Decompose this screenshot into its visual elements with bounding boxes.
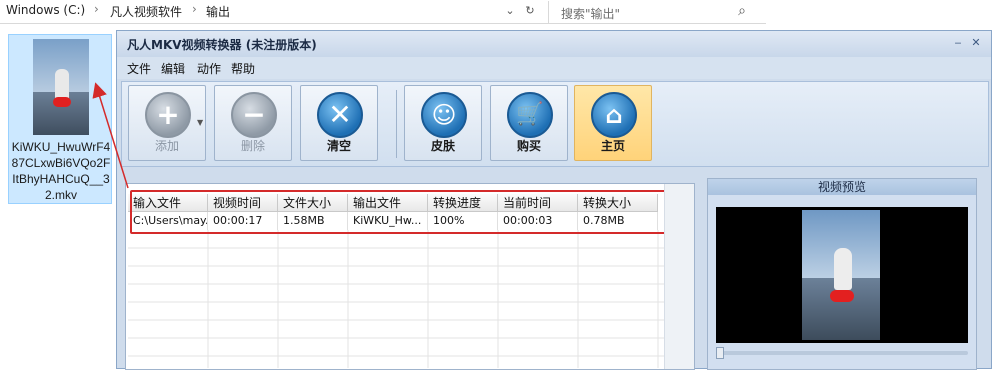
breadcrumb-separator: › [94,2,99,16]
video-preview-panel: 视频预览 [707,178,977,370]
smiley-icon: ☺ [421,92,467,138]
buy-label: 购买 [516,139,541,153]
search-input[interactable]: 搜索"输出" ⌕ [548,1,754,23]
plus-icon: + [145,92,191,138]
search-icon[interactable]: ⌕ [738,3,746,19]
video-thumbnail [33,39,89,135]
clear-button[interactable]: ✕ 清空 [300,85,378,161]
delete-button[interactable]: − 删除 [214,85,292,161]
menu-edit[interactable]: 编辑 [161,60,185,77]
preview-screen [716,207,968,343]
conversion-table[interactable]: 输入文件 视频时间 文件大小 输出文件 转换进度 当前时间 转换大小 C:\Us… [125,183,695,370]
menu-help[interactable]: 帮助 [231,60,255,77]
buy-button[interactable]: 🛒 购买 [490,85,568,161]
preview-title: 视频预览 [708,179,976,195]
toolbar-divider [396,90,397,158]
video-file-item[interactable]: KiWKU_HwuWrF487CLxwBi6VQo2FItBhyHAHCuQ__… [8,34,112,204]
background-area [766,0,992,30]
title-bar: 凡人MKV视频转换器 (未注册版本) ‒ ✕ [117,31,991,57]
home-icon: ⌂ [591,92,637,138]
menu-bar: 文件 编辑 动作 帮助 [117,57,991,79]
clear-label: 清空 [326,139,351,153]
minimize-icon[interactable]: ‒ [951,36,965,50]
file-name-label: KiWKU_HwuWrF487CLxwBi6VQo2FItBhyHAHCuQ__… [11,140,111,202]
window-title: 凡人MKV视频转换器 (未注册版本) [127,38,317,52]
breadcrumb-separator: › [192,2,197,16]
add-button[interactable]: + ▼ 添加 [128,85,206,161]
menu-action[interactable]: 动作 [197,60,221,77]
chevron-down-icon[interactable]: ⌄ [500,1,520,21]
toolbar: + ▼ 添加 − 删除 ✕ 清空 ☺ 皮肤 🛒 购买 ⌂ 主页 [121,81,989,167]
close-icon[interactable]: ✕ [969,36,983,50]
skin-button[interactable]: ☺ 皮肤 [404,85,482,161]
explorer-address-bar: Windows (C:) › 凡人视频软件 › 输出 ⌄ ↻ 搜索"输出" ⌕ [0,0,766,24]
home-label: 主页 [600,139,625,153]
highlight-box [130,190,668,234]
breadcrumb-folder[interactable]: 凡人视频软件 [110,3,182,20]
table-grid [128,230,672,368]
skin-label: 皮肤 [430,139,455,153]
add-label: 添加 [154,139,179,153]
dropdown-arrow-icon[interactable]: ▼ [197,118,203,127]
breadcrumb-current[interactable]: 输出 [206,3,230,20]
minus-icon: − [231,92,277,138]
menu-file[interactable]: 文件 [127,60,151,77]
converter-window: 凡人MKV视频转换器 (未注册版本) ‒ ✕ 文件 编辑 动作 帮助 + ▼ 添… [116,30,992,370]
x-icon: ✕ [317,92,363,138]
preview-frame-image [802,210,880,340]
vertical-scrollbar[interactable] [664,184,694,369]
delete-label: 删除 [240,139,265,153]
preview-seek-track[interactable] [716,351,968,355]
breadcrumb-drive[interactable]: Windows (C:) [6,3,85,17]
cart-icon: 🛒 [507,92,553,138]
home-button[interactable]: ⌂ 主页 [574,85,652,161]
search-placeholder: 搜索"输出" [561,7,621,21]
refresh-icon[interactable]: ↻ [520,1,540,21]
preview-seek-handle[interactable] [716,347,724,359]
